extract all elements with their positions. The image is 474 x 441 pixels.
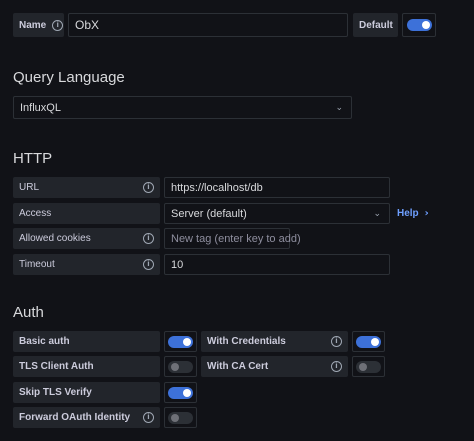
chevron-right-icon: › <box>424 208 429 219</box>
default-toggle[interactable] <box>406 19 432 31</box>
http-heading: HTTP <box>13 150 53 167</box>
toggle-knob <box>371 337 379 346</box>
default-label: Default <box>353 13 398 37</box>
timeout-label-text: Timeout <box>19 259 55 270</box>
with-ca-cert-label: With CA Cert i <box>201 356 348 377</box>
skip-tls-verify-toggle-wrap[interactable] <box>164 382 197 403</box>
toggle-knob <box>183 337 191 346</box>
basic-auth-toggle-wrap[interactable] <box>164 331 197 352</box>
info-icon[interactable]: i <box>143 233 154 244</box>
forward-oauth-label: Forward OAuth Identity i <box>13 407 160 428</box>
with-credentials-toggle-wrap[interactable] <box>352 331 385 352</box>
with-ca-cert-toggle[interactable] <box>356 360 381 373</box>
allowed-cookies-label-text: Allowed cookies <box>19 233 91 244</box>
help-link[interactable]: Help › <box>393 203 429 224</box>
toggle-knob <box>183 388 191 397</box>
forward-oauth-label-text: Forward OAuth Identity <box>19 412 131 423</box>
toggle-knob <box>359 362 367 371</box>
toggle-knob <box>421 21 430 29</box>
tls-client-auth-label: TLS Client Auth <box>13 356 160 377</box>
toggle-knob <box>171 362 179 371</box>
allowed-cookies-label: Allowed cookies i <box>13 228 160 249</box>
access-label: Access <box>13 203 160 224</box>
info-icon[interactable]: i <box>331 361 342 372</box>
name-label: Name i <box>13 13 64 37</box>
info-icon[interactable]: i <box>331 336 342 347</box>
info-icon[interactable]: i <box>143 412 154 423</box>
auth-heading: Auth <box>13 304 44 321</box>
info-icon[interactable]: i <box>143 182 154 193</box>
access-value: Server (default) <box>171 207 247 220</box>
basic-auth-label: Basic auth <box>13 331 160 352</box>
toggle-knob <box>171 413 179 422</box>
basic-auth-toggle[interactable] <box>168 335 193 348</box>
with-ca-cert-label-text: With CA Cert <box>207 361 269 372</box>
timeout-input[interactable]: 10 <box>164 254 390 275</box>
url-input[interactable]: https://localhost/db <box>164 177 390 198</box>
with-credentials-label-text: With Credentials <box>207 336 286 347</box>
name-label-text: Name <box>19 19 47 31</box>
access-select[interactable]: Server (default) ⌄ <box>164 203 390 224</box>
url-label-text: URL <box>19 182 40 193</box>
with-credentials-label: With Credentials i <box>201 331 348 352</box>
timeout-label: Timeout i <box>13 254 160 275</box>
help-label: Help <box>397 208 419 219</box>
query-language-heading: Query Language <box>13 69 125 86</box>
info-icon[interactable]: i <box>52 19 64 31</box>
chevron-down-icon: ⌄ <box>335 102 343 113</box>
with-credentials-toggle[interactable] <box>356 335 381 348</box>
skip-tls-verify-toggle[interactable] <box>168 386 193 399</box>
query-language-value: InfluxQL <box>20 101 61 114</box>
forward-oauth-toggle-wrap[interactable] <box>164 407 197 428</box>
default-toggle-wrap[interactable] <box>402 13 436 37</box>
name-input[interactable]: ObX <box>68 13 348 37</box>
tls-client-auth-toggle-wrap[interactable] <box>164 356 197 377</box>
tls-client-auth-toggle[interactable] <box>168 360 193 373</box>
chevron-down-icon: ⌄ <box>373 208 381 219</box>
allowed-cookies-input[interactable]: New tag (enter key to add) <box>164 228 301 249</box>
skip-tls-verify-label: Skip TLS Verify <box>13 382 160 403</box>
with-ca-cert-toggle-wrap[interactable] <box>352 356 385 377</box>
url-label: URL i <box>13 177 160 198</box>
query-language-select[interactable]: InfluxQL ⌄ <box>13 96 352 119</box>
info-icon[interactable]: i <box>143 259 154 270</box>
forward-oauth-toggle[interactable] <box>168 411 193 424</box>
